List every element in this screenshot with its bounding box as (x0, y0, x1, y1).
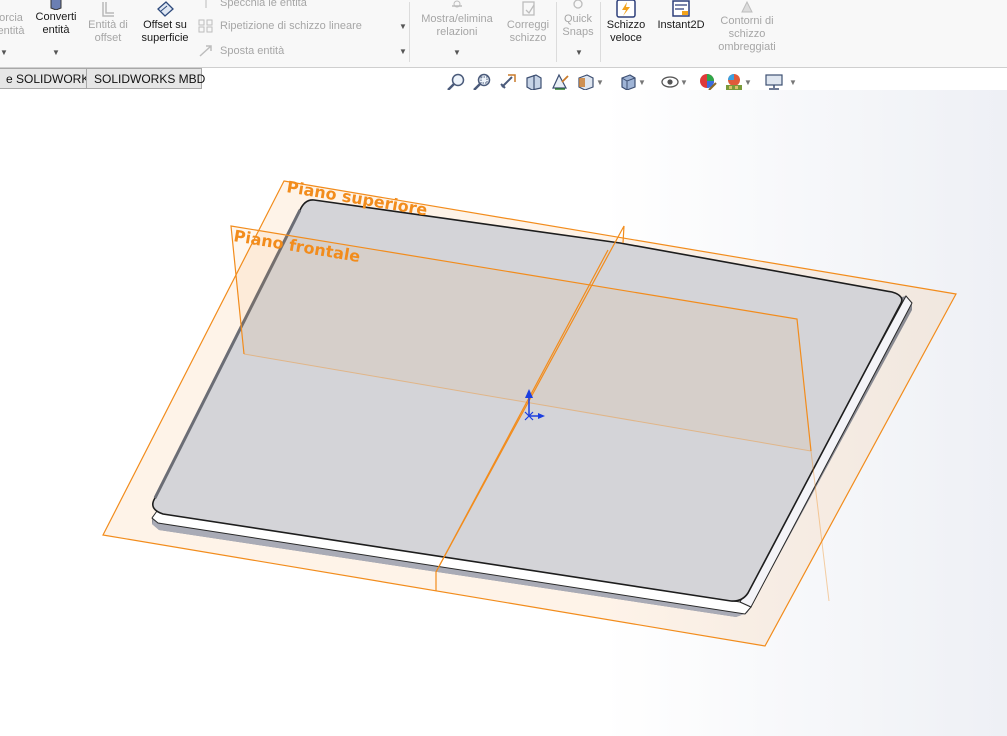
forza-entita-dropdown-icon[interactable]: ▼ (0, 48, 8, 57)
view-settings-icon[interactable] (764, 72, 784, 92)
converti-entita-button[interactable]: Converti entità (31, 0, 81, 37)
converti-entita-label-1: Converti (35, 11, 77, 23)
tab-solidworks-addins[interactable]: e SOLIDWORKS (0, 68, 97, 89)
zoom-to-fit-icon[interactable] (446, 72, 466, 92)
apply-scene-icon[interactable] (724, 72, 744, 92)
quick-snaps-icon (573, 0, 583, 9)
entita-offset-label-1: Entità di (88, 19, 128, 31)
schizzo-veloce-label-1: Schizzo (606, 19, 646, 31)
hide-show-items-icon[interactable] (660, 72, 680, 92)
correggi-schizzo-icon (522, 1, 535, 16)
forza-entita-button[interactable]: orcia entità (0, 0, 26, 38)
forza-entita-label-1: orcia (0, 12, 23, 24)
converti-entita-dropdown-icon[interactable]: ▼ (52, 48, 60, 57)
instant2d-label: Instant2D (657, 19, 705, 31)
schizzo-veloce-button[interactable]: Schizzo veloce (603, 0, 649, 45)
edit-appearance-icon[interactable] (698, 72, 718, 92)
contorni-schizzo-ombreggiati-button[interactable]: Contorni di schizzo ombreggiati (710, 0, 784, 54)
relazioni-icon (452, 0, 462, 8)
view-orientation-icon[interactable] (576, 72, 596, 92)
offset-superficie-label-1: Offset su (143, 19, 187, 31)
hide-show-dropdown-icon[interactable]: ▼ (680, 78, 688, 87)
ripetizione-lineare-button[interactable]: Ripetizione di schizzo lineare (198, 19, 362, 33)
mostra-elimina-relazioni-button[interactable]: Mostra/elimina relazioni (412, 0, 502, 39)
ribbon-separator (556, 2, 557, 62)
sposta-label: Sposta entità (220, 45, 285, 57)
entita-offset-button[interactable]: Entità di offset (84, 0, 132, 45)
converti-entita-label-2: entità (42, 24, 70, 36)
quick-snaps-button[interactable]: Quick Snaps (558, 0, 598, 39)
tab-label: e SOLIDWORKS (6, 72, 98, 86)
instant2d-button[interactable]: Instant2D (652, 0, 710, 32)
specchia-label: Specchia le entità (220, 0, 307, 9)
offset-superficie-label-2: superficie (141, 32, 189, 44)
schizzo-veloce-label-2: veloce (610, 32, 642, 44)
correggi-schizzo-label-2: schizzo (509, 32, 547, 44)
ribbon-separator (600, 2, 601, 62)
converti-entita-icon (50, 0, 62, 10)
forza-entita-label-2: entità (0, 25, 25, 37)
view-settings-dropdown-icon[interactable]: ▼ (789, 78, 797, 87)
entita-offset-label-2: offset (94, 32, 122, 44)
contorni-label-2: schizzo (728, 28, 766, 40)
specchia-icon (205, 0, 207, 9)
dynamic-annotation-icon[interactable] (550, 72, 570, 92)
mostra-relazioni-label-2: relazioni (436, 26, 478, 38)
sposta-dropdown-icon[interactable]: ▼ (399, 47, 407, 56)
zoom-to-area-icon[interactable] (472, 72, 492, 92)
ripetizione-dropdown-icon[interactable]: ▼ (399, 22, 407, 31)
quick-snaps-label-1: Quick (563, 13, 593, 25)
contorni-label-1: Contorni di (720, 15, 774, 27)
sposta-icon (199, 45, 212, 57)
previous-view-icon[interactable] (498, 72, 518, 92)
mostra-relazioni-label-1: Mostra/elimina (421, 13, 493, 25)
schizzo-veloce-icon (616, 0, 636, 18)
display-style-dropdown-icon[interactable]: ▼ (638, 78, 646, 87)
specchia-entita-button[interactable]: Specchia le entità (198, 0, 307, 10)
ripetizione-lineare-icon (198, 19, 213, 33)
correggi-schizzo-label-1: Correggi (506, 19, 550, 31)
quick-snaps-label-2: Snaps (562, 26, 594, 38)
mostra-relazioni-dropdown-icon[interactable]: ▼ (453, 48, 461, 57)
display-style-icon[interactable] (618, 72, 638, 92)
graphics-area[interactable]: Piano superiore Piano frontale (0, 90, 1007, 736)
apply-scene-dropdown-icon[interactable]: ▼ (744, 78, 752, 87)
ripetizione-label: Ripetizione di schizzo lineare (220, 20, 362, 32)
tab-solidworks-mbd[interactable]: SOLIDWORKS MBD (86, 68, 206, 89)
offset-superficie-button[interactable]: Offset su superficie (137, 0, 193, 45)
contorni-label-3: ombreggiati (718, 41, 776, 53)
model-scene: Piano superiore Piano frontale (102, 177, 957, 647)
quick-snaps-dropdown-icon[interactable]: ▼ (575, 48, 583, 57)
offset-superficie-icon (157, 1, 174, 17)
command-manager-ribbon: orcia entità ▼ Converti entità ▼ Entità … (0, 0, 1007, 68)
entita-offset-icon (102, 2, 114, 17)
ribbon-separator (409, 2, 410, 62)
instant2d-icon (672, 0, 690, 17)
section-view-icon[interactable] (524, 72, 544, 92)
sposta-entita-button[interactable]: Sposta entità (198, 44, 284, 58)
tab-label: SOLIDWORKS MBD (94, 72, 206, 86)
contorni-ombreggiati-icon (741, 0, 753, 13)
correggi-schizzo-button[interactable]: Correggi schizzo (502, 0, 554, 45)
view-orientation-dropdown-icon[interactable]: ▼ (596, 78, 604, 87)
